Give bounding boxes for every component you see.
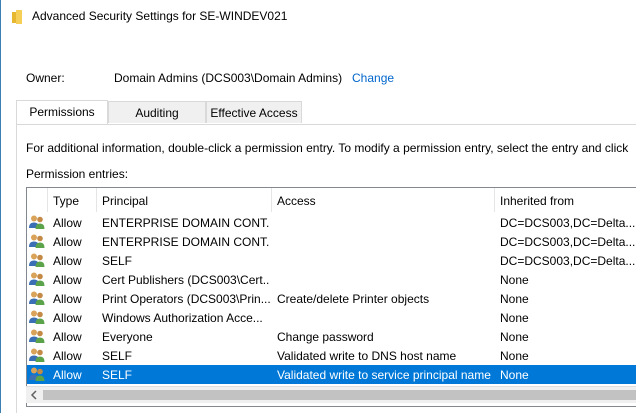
permission-entry-row[interactable]: Allow SELF Validated write to service prin… [27, 365, 636, 384]
tab-effective-access-label: Effective Access [210, 106, 298, 120]
tab-permissions-label: Permissions [29, 105, 95, 119]
entry-principal: Windows Authorization Acce... [102, 311, 263, 325]
entry-inherited-from: DC=DCS003,DC=Delta... [500, 254, 636, 268]
list-header: Type Principal Access Inherited from [27, 188, 636, 212]
folder-icon [12, 10, 22, 24]
entry-access: Validated write to DNS host name [277, 349, 457, 363]
scroll-left-arrow-icon[interactable] [28, 389, 40, 401]
entry-principal: SELF [102, 349, 133, 363]
entry-access: Change password [277, 330, 374, 344]
entry-principal: Print Operators (DCS003\Prin... [102, 292, 270, 306]
horizontal-scrollbar[interactable] [26, 386, 636, 403]
entry-inherited-from: DC=DCS003,DC=Delta... [500, 216, 636, 230]
tab-auditing[interactable]: Auditing [108, 101, 206, 123]
users-group-icon [28, 347, 46, 363]
permission-entry-row[interactable]: Allow ENTERPRISE DOMAIN CONT... DC=DCS003,… [27, 213, 636, 232]
users-group-icon [28, 233, 46, 249]
entry-inherited-from: None [500, 273, 529, 287]
owner-value: Domain Admins (DCS003\Domain Admins) [114, 71, 343, 85]
users-group-icon [28, 366, 46, 382]
column-header-access[interactable]: Access [272, 188, 495, 212]
column-header-inherited-from[interactable]: Inherited from [495, 188, 636, 212]
entry-inherited-from: None [500, 368, 529, 382]
permission-entry-row[interactable]: Allow Windows Authorization Acce... None [27, 308, 636, 327]
permission-entry-row[interactable]: Allow SELF DC=DCS003,DC=Delta... [27, 251, 636, 270]
permission-entries-list[interactable]: Type Principal Access Inherited from All… [26, 187, 636, 407]
entry-type: Allow [53, 254, 82, 268]
entry-inherited-from: None [500, 311, 529, 325]
permission-entry-row[interactable]: Allow SELF Validated write to DNS host nam… [27, 346, 636, 365]
panel-border [16, 124, 17, 413]
entry-type: Allow [53, 216, 82, 230]
entry-access: Validated write to service principal nam… [277, 368, 491, 382]
entry-type: Allow [53, 368, 82, 382]
users-group-icon [28, 328, 46, 344]
tab-strip: Permissions Auditing Effective Access [16, 100, 636, 125]
owner-label: Owner: [26, 71, 65, 85]
column-header-type[interactable]: Type [48, 188, 97, 212]
entry-principal: SELF [102, 254, 133, 268]
column-header-principal[interactable]: Principal [97, 188, 272, 212]
change-owner-link[interactable]: Change [352, 71, 394, 85]
entry-inherited-from: None [500, 349, 529, 363]
permission-entry-row[interactable]: Allow Print Operators (DCS003\Prin... Crea… [27, 289, 636, 308]
entry-type: Allow [53, 311, 82, 325]
title-bar[interactable]: Advanced Security Settings for SE-WINDEV… [1, 0, 636, 32]
entry-type: Allow [53, 349, 82, 363]
permission-entries-label: Permission entries: [26, 167, 129, 181]
permission-entry-row[interactable]: Allow ENTERPRISE DOMAIN CONT... DC=DCS003,… [27, 232, 636, 251]
users-group-icon [28, 252, 46, 268]
entry-type: Allow [53, 235, 82, 249]
tab-effective-access[interactable]: Effective Access [206, 101, 302, 123]
entry-type: Allow [53, 273, 82, 287]
entry-inherited-from: None [500, 330, 529, 344]
tab-permissions[interactable]: Permissions [16, 100, 108, 124]
entry-principal: Everyone [102, 330, 153, 344]
permission-entry-row[interactable]: Allow Cert Publishers (DCS003\Cert... None [27, 270, 636, 289]
users-group-icon [28, 271, 46, 287]
info-text: For additional information, double-click… [26, 141, 629, 155]
entry-principal: ENTERPRISE DOMAIN CONT... [102, 235, 270, 249]
users-group-icon [28, 309, 46, 325]
entry-type: Allow [53, 330, 82, 344]
entry-inherited-from: None [500, 292, 529, 306]
column-header-icon [27, 188, 48, 212]
entry-type: Allow [53, 292, 82, 306]
entry-inherited-from: DC=DCS003,DC=Delta... [500, 235, 636, 249]
scrollbar-thumb[interactable] [43, 390, 636, 400]
users-group-icon [28, 214, 46, 230]
users-group-icon [28, 290, 46, 306]
advanced-security-window: Advanced Security Settings for SE-WINDEV… [0, 0, 636, 413]
entry-principal: ENTERPRISE DOMAIN CONT... [102, 216, 270, 230]
entry-principal: SELF [102, 368, 133, 382]
permission-entry-row[interactable]: Allow Everyone Change password None [27, 327, 636, 346]
window-title: Advanced Security Settings for SE-WINDEV… [32, 9, 288, 23]
entry-principal: Cert Publishers (DCS003\Cert... [102, 273, 270, 287]
entry-access: Create/delete Printer objects [277, 292, 430, 306]
tab-divider [16, 124, 636, 125]
tab-auditing-label: Auditing [135, 106, 179, 120]
